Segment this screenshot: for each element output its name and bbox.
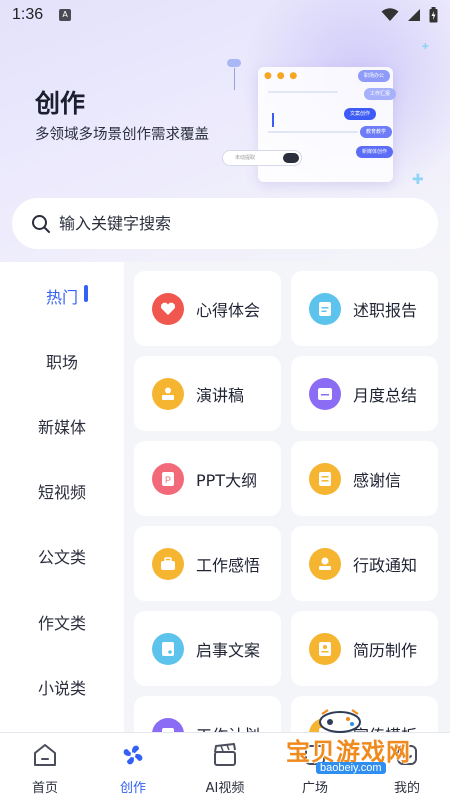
document-icon [309,292,341,325]
page-title: 创作 [35,89,86,118]
sidebar-item-label: 小说类 [37,679,86,698]
sidebar-item-label: 作文类 [37,614,86,633]
resume-icon [309,632,341,665]
template-icon [309,717,341,732]
sidebar-active-indicator [84,285,88,302]
notice-icon [152,632,184,665]
briefcase-icon [152,547,184,580]
search-icon [32,214,50,233]
status-time: 1:36 [12,6,44,23]
plan-icon [152,717,184,732]
illus-chip: 新媒体创作 [356,146,394,158]
square-icon [305,745,325,765]
battery-icon [429,7,438,23]
nav-ai-video[interactable]: AI视频 [180,733,270,800]
stamp-icon [309,547,341,580]
nav-create[interactable]: 创作 [88,733,178,800]
template-card[interactable]: 工作计划 [134,696,281,732]
template-card[interactable]: 月度总结 [291,356,438,431]
template-card[interactable]: 启事文案 [134,611,281,686]
template-card[interactable]: 述职报告 [291,271,438,346]
clapper-icon [214,743,236,766]
home-icon [34,744,56,766]
template-card[interactable]: 演讲稿 [134,356,281,431]
template-label: 启事文案 [196,640,261,660]
ppt-icon: P [152,462,184,495]
category-sidebar: 热门 职场 新媒体 短视频 公文类 作文类 小说类 [0,262,124,732]
template-label: 宣传模板 [353,722,433,733]
status-icons [381,7,438,23]
nav-label: 首页 [31,781,58,796]
sidebar-item-label: 新媒体 [37,418,86,437]
hero-illustration: ● ● ● 未动提取 职场办公 工作汇报 文案创作 教育教学 新媒体创作 ✚ ✚ [218,42,438,192]
template-card[interactable]: P PPT大纲 [134,441,281,516]
template-label: 行政通知 [353,555,418,575]
nav-label: AI视频 [205,781,245,796]
sidebar-item-hot[interactable]: 热门 [0,284,124,308]
sidebar-item-short-video[interactable]: 短视频 [0,479,124,503]
profile-icon [397,745,417,765]
illus-chip: 工作汇报 [364,88,397,100]
illus-cursor [272,113,274,127]
sidebar-item-novel[interactable]: 小说类 [0,675,124,699]
illus-search-text: 未动提取 [235,155,256,161]
template-label: 心得体会 [196,300,261,320]
nav-label: 广场 [301,781,328,796]
template-label: 简历制作 [353,640,418,660]
sidebar-item-workplace[interactable]: 职场 [0,349,124,373]
search-bar[interactable] [12,198,438,249]
template-label: PPT大纲 [196,470,258,490]
sparkle-icon: ✚ [412,172,424,188]
illus-line [268,91,338,93]
cloud-icon [227,59,241,67]
signal-icon [408,9,420,21]
template-label: 述职报告 [353,300,418,320]
illus-search-button [283,153,299,163]
status-bar: 1:36 A [0,0,450,30]
sidebar-item-label: 职场 [45,353,78,372]
template-label: 工作感悟 [196,555,261,575]
sidebar-item-label: 公文类 [37,548,86,567]
template-card[interactable]: 简历制作 [291,611,438,686]
template-card[interactable]: 宣传模板 [291,696,438,732]
template-label: 工作计划 [196,722,276,733]
illus-connector [234,68,235,90]
bottom-nav: 首页 创作 AI视频 广场 我的 [0,732,450,800]
illus-line [268,131,358,133]
template-card[interactable]: 行政通知 [291,526,438,601]
app-notification-icon: A [59,9,72,21]
template-label: 演讲稿 [196,385,245,405]
illus-search: 未动提取 [222,150,302,166]
sparkle-icon: ✚ [422,42,429,51]
nav-label: 我的 [393,781,420,796]
template-card[interactable]: 工作感悟 [134,526,281,601]
sidebar-item-label: 短视频 [37,483,86,502]
sidebar-item-label: 热门 [45,288,78,307]
letter-icon [309,462,341,495]
illus-dots: ● ● ● [264,71,299,81]
search-input[interactable] [59,214,419,233]
sidebar-item-essay[interactable]: 作文类 [0,610,124,634]
sidebar-item-official-docs[interactable]: 公文类 [0,544,124,568]
calendar-card-icon [309,377,341,410]
illus-chip: 文案创作 [344,108,377,120]
nav-profile[interactable]: 我的 [362,733,450,800]
template-label: 感谢信 [353,470,402,490]
template-card[interactable]: 感谢信 [291,441,438,516]
template-label: 月度总结 [353,385,418,405]
template-grid: 心得体会 述职报告 演讲稿 月度总结 P PPT大纲 感谢信 工作感悟 行政通知… [124,262,450,732]
template-card[interactable]: 心得体会 [134,271,281,346]
nav-label: 创作 [119,781,146,796]
wifi-icon [381,8,399,21]
nav-square[interactable]: 广场 [270,733,360,800]
illus-chip: 职场办公 [358,70,391,82]
sidebar-item-new-media[interactable]: 新媒体 [0,414,124,438]
speaker-icon [152,377,184,410]
illus-chip: 教育教学 [360,126,393,138]
fan-icon [123,745,143,765]
heart-icon [152,292,184,325]
svg-text:P: P [165,475,171,485]
page-subtitle: 多领域多场景创作需求覆盖 [35,127,209,143]
nav-home[interactable]: 首页 [0,733,90,800]
